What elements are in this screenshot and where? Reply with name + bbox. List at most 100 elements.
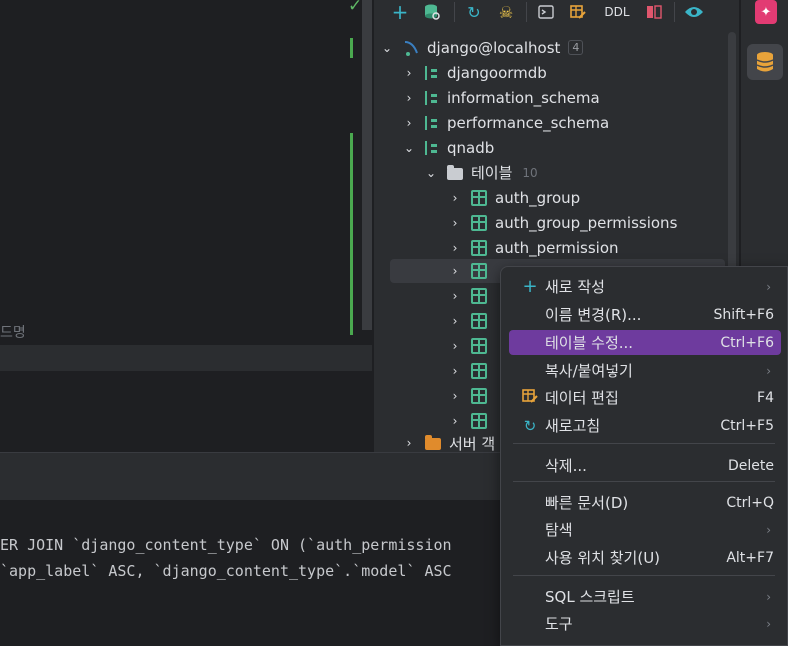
faded-label: 드명 [0,325,26,341]
table-label: auth_group_permissions [495,213,678,232]
tree-table-row[interactable]: › auth_group_permissions [448,210,678,235]
table-label: auth_group [495,188,581,207]
schema-label: qnadb [447,138,495,157]
add-icon[interactable]: + [388,0,412,24]
schema-icon [425,90,439,105]
chevron-right-icon[interactable]: › [448,264,462,278]
folder-icon [447,164,463,180]
tree-table-row[interactable]: › [448,383,495,408]
plus-icon: + [522,276,538,297]
menu-item-shortcut: Ctrl+Q [726,494,774,511]
menu-item-shortcut: Ctrl+F6 [720,334,774,351]
menu-item-modify-table[interactable]: 테이블 수정... Ctrl+F6 [509,330,781,355]
menu-separator [513,575,775,576]
menu-item-new[interactable]: + 새로 작성 › [509,274,781,299]
menu-separator [513,443,775,444]
tree-table-row[interactable]: › [448,258,495,283]
schema-icon [425,115,439,130]
schema-label: performance_schema [447,113,610,132]
table-icon [471,262,487,279]
chevron-right-icon[interactable]: › [448,389,462,403]
chevron-down-icon[interactable]: ⌄ [424,166,438,180]
chevron-right-icon[interactable]: › [402,116,416,130]
menu-item-navigate[interactable]: 탐색 › [509,517,781,542]
menu-item-label: SQL 스크립트 [545,588,635,606]
data-source-properties-icon[interactable] [420,1,444,23]
database-tool-button[interactable] [747,44,783,80]
schema-label: information_schema [447,88,600,107]
eye-icon[interactable] [682,1,706,23]
table-icon [471,312,487,329]
chevron-right-icon[interactable]: › [402,91,416,105]
chevron-down-icon[interactable]: ⌄ [380,41,394,55]
console-icon[interactable] [534,1,558,23]
menu-item-sql-scripts[interactable]: SQL 스크립트 › [509,584,781,609]
mysql-icon [403,40,419,56]
menu-item-label: 빠른 문서(D) [545,494,629,512]
database-toolbar: + ↻ ☠ DDL [374,0,740,26]
check-icon: ✓ [348,0,363,16]
menu-item-label: 도구 [545,615,573,633]
chevron-right-icon[interactable]: › [402,436,416,450]
folder-label: 서버 객 [449,434,496,453]
refresh-icon: ↻ [523,416,537,435]
editor-scrollbar[interactable] [362,0,372,330]
chevron-right-icon[interactable]: › [402,66,416,80]
tree-table-row[interactable]: › [448,408,495,433]
gutter-change-marker [350,38,353,58]
tree-schema-row[interactable]: › information_schema [402,85,600,110]
chevron-down-icon[interactable]: ⌄ [402,141,416,155]
schema-icon [425,65,439,80]
editor-area[interactable]: ✓ 드명 [0,0,372,345]
menu-item-label: 이름 변경(R)... [545,306,642,324]
chevron-right-icon[interactable]: › [448,339,462,353]
editor-status-strip [0,345,372,371]
code-line: `app_label` ASC, `django_content_type`.`… [0,562,452,580]
menu-item-find-usages[interactable]: 사용 위치 찾기(U) Alt+F7 [509,545,781,570]
menu-item-tools[interactable]: 도구 › [509,611,781,636]
ddl-button[interactable]: DDL [600,1,634,23]
chevron-right-icon[interactable]: › [448,289,462,303]
tree-schema-row[interactable]: › performance_schema [402,110,610,135]
chevron-right-icon[interactable]: › [448,364,462,378]
menu-item-refresh[interactable]: ↻ 새로고침 Ctrl+F5 [509,413,781,438]
folder-icon [425,435,441,450]
table-edit-icon[interactable] [566,1,590,23]
schema-icon [425,140,439,155]
compare-icon[interactable] [642,1,666,23]
chevron-right-icon[interactable]: › [448,216,462,230]
tree-schema-row[interactable]: › djangoormdb [402,60,547,85]
chevron-right-icon: › [766,616,771,631]
skull-icon[interactable]: ☠ [494,1,518,23]
tree-table-row[interactable]: › [448,333,495,358]
menu-item-shortcut: Shift+F6 [713,306,774,323]
tree-table-row[interactable]: › auth_permission [448,235,619,260]
tree-table-row[interactable]: › [448,283,495,308]
refresh-icon[interactable]: ↻ [462,1,486,23]
menu-item-rename[interactable]: 이름 변경(R)... Shift+F6 [509,302,781,327]
tree-table-row[interactable]: › auth_group [448,185,581,210]
tree-server-objects-folder[interactable]: › 서버 객 [402,434,496,453]
tree-connection-row[interactable]: ⌄ django@localhost 4 [380,35,584,60]
folder-count: 10 [522,165,538,180]
chevron-right-icon[interactable]: › [448,241,462,255]
connection-count: 4 [568,40,584,55]
menu-item-copy-paste[interactable]: 복사/붙여넣기 › [509,358,781,383]
tree-table-row[interactable]: › [448,308,495,333]
menu-item-edit-data[interactable]: 데이터 편집 F4 [509,385,781,410]
tree-tables-folder[interactable]: ⌄ 테이블 10 [424,160,538,185]
context-menu: + 새로 작성 › 이름 변경(R)... Shift+F6 테이블 수정...… [500,266,788,646]
menu-item-label: 테이블 수정... [545,334,634,352]
menu-item-quick-doc[interactable]: 빠른 문서(D) Ctrl+Q [509,490,781,515]
chevron-right-icon[interactable]: › [448,414,462,428]
table-icon [471,387,487,404]
menu-item-shortcut: Alt+F7 [726,549,774,566]
connection-label: django@localhost [427,38,561,57]
menu-item-label: 데이터 편집 [545,389,619,407]
chevron-right-icon[interactable]: › [448,314,462,328]
tree-schema-row[interactable]: ⌄ qnadb [402,135,494,160]
tree-table-row[interactable]: › [448,358,495,383]
menu-item-delete[interactable]: 삭제... Delete [509,453,781,478]
ai-assistant-icon[interactable]: ✦ [755,0,777,24]
chevron-right-icon[interactable]: › [448,191,462,205]
